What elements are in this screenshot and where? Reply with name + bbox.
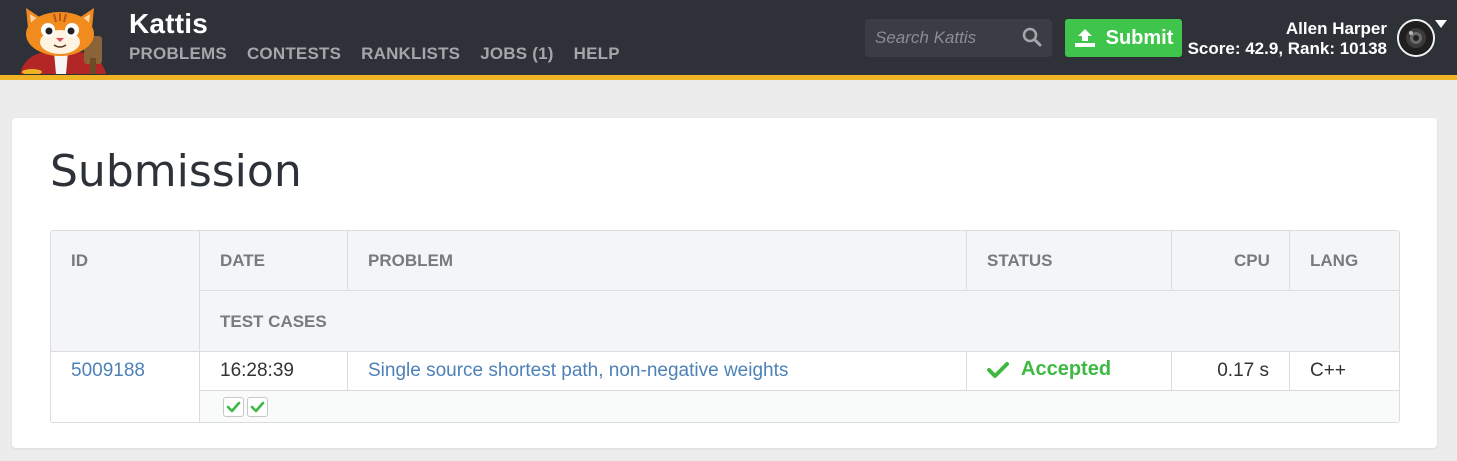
- submit-button[interactable]: Submit: [1065, 19, 1182, 57]
- header-id[interactable]: ID: [71, 251, 88, 271]
- table-header-background: [51, 231, 1399, 351]
- divider: [1289, 231, 1290, 291]
- submission-table: ID DATE PROBLEM STATUS CPU LANG TEST CAS…: [50, 230, 1400, 423]
- divider: [199, 290, 1399, 291]
- header-status[interactable]: STATUS: [987, 251, 1052, 271]
- test-case-passed[interactable]: [223, 397, 244, 417]
- divider: [1289, 351, 1290, 391]
- status-cell: Accepted: [987, 358, 1111, 381]
- user-score-rank: Score: 42.9, Rank: 10138: [1187, 39, 1387, 58]
- check-icon: [226, 401, 241, 413]
- submission-id-link[interactable]: 5009188: [71, 360, 145, 382]
- main-nav: PROBLEMS CONTESTS RANKLISTS JOBS (1) HEL…: [129, 44, 620, 64]
- search-box: [865, 19, 1052, 57]
- header-date[interactable]: DATE: [220, 251, 265, 271]
- nav-help[interactable]: HELP: [574, 44, 620, 64]
- upload-icon: [1074, 29, 1095, 47]
- header-cpu[interactable]: CPU: [1234, 251, 1270, 271]
- user-avatar[interactable]: [1397, 19, 1435, 57]
- submit-label: Submit: [1105, 26, 1174, 49]
- avatar-image: [1399, 21, 1433, 55]
- nav-contests[interactable]: CONTESTS: [247, 44, 341, 64]
- header-problem[interactable]: PROBLEM: [368, 251, 453, 271]
- problem-link[interactable]: Single source shortest path, non-negativ…: [368, 360, 788, 382]
- check-icon: [987, 361, 1009, 378]
- brand-title[interactable]: Kattis: [129, 8, 208, 40]
- divider: [199, 231, 200, 422]
- nav-problems[interactable]: PROBLEMS: [129, 44, 227, 64]
- divider: [966, 351, 967, 391]
- nav-ranklists[interactable]: RANKLISTS: [361, 44, 460, 64]
- user-name[interactable]: Allen Harper: [1286, 19, 1387, 39]
- check-icon: [250, 401, 265, 413]
- divider: [347, 351, 348, 391]
- header-lang[interactable]: LANG: [1310, 251, 1358, 271]
- nav-jobs[interactable]: JOBS (1): [480, 44, 553, 64]
- header-test-cases: TEST CASES: [220, 312, 327, 331]
- divider: [51, 351, 1399, 352]
- caret-down-icon[interactable]: [1435, 20, 1447, 28]
- kattis-cat-logo-icon[interactable]: [10, 6, 114, 74]
- submission-card: Submission ID DATE PROBLEM STATUS CPU LA…: [12, 118, 1437, 448]
- test-case-passed[interactable]: [247, 397, 268, 417]
- language: C++: [1310, 360, 1346, 381]
- page-title: Submission: [50, 146, 302, 197]
- divider: [347, 231, 348, 291]
- cpu-time: 0.17 s: [1217, 360, 1269, 381]
- status-badge: Accepted: [1021, 358, 1112, 380]
- test-cases-row-background: [200, 391, 1399, 422]
- top-navbar: Kattis PROBLEMS CONTESTS RANKLISTS JOBS …: [0, 0, 1457, 80]
- search-input[interactable]: [865, 19, 1015, 57]
- search-icon[interactable]: [1022, 27, 1042, 47]
- divider: [966, 231, 967, 291]
- divider: [1171, 231, 1172, 291]
- submission-date: 16:28:39: [220, 360, 294, 381]
- divider: [199, 390, 1399, 391]
